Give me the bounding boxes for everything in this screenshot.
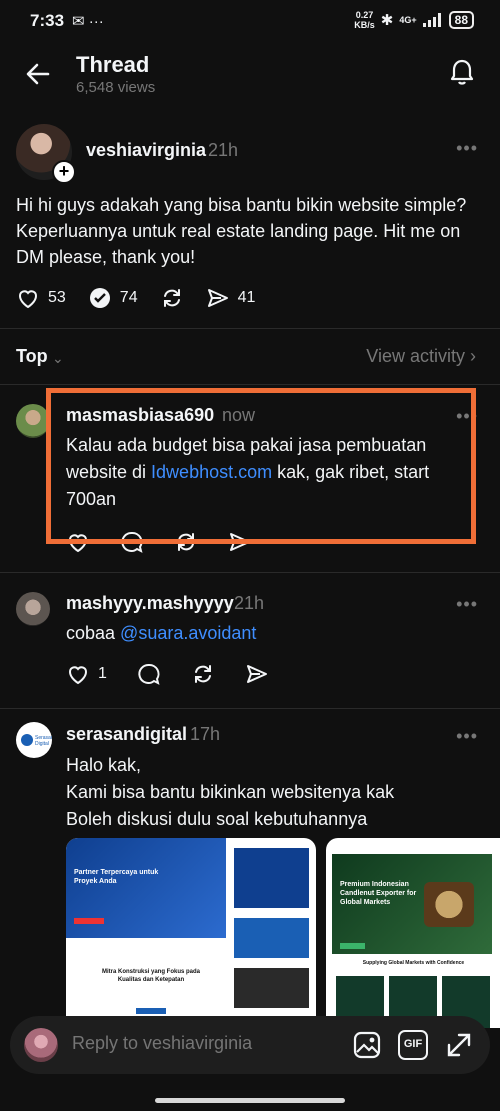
status-bar: 7:33 ✉ ··· 0.27 KB/s ✱ 4G+ 88 [0, 0, 500, 44]
comment-icon[interactable] [137, 662, 161, 686]
notification-icons: ✉ ··· [72, 13, 104, 30]
reply-author[interactable]: mashyyy.mashyyyy [66, 593, 234, 614]
heart-icon [69, 666, 87, 685]
reply-input[interactable] [72, 1033, 302, 1054]
more-options-icon[interactable]: ••• [456, 594, 478, 615]
more-options-icon[interactable]: ••• [456, 138, 478, 159]
image-icon[interactable] [352, 1030, 382, 1060]
comment-count: 74 [119, 289, 138, 306]
send-icon [207, 289, 228, 307]
signal-icon [422, 13, 441, 27]
like-count: 53 [48, 289, 66, 306]
status-time: 7:33 [30, 11, 65, 30]
bell-icon[interactable] [446, 56, 478, 88]
svg-text:Digital: Digital [35, 741, 49, 747]
reply-time: 17h [190, 724, 221, 744]
reply-text: cobaa @suara.avoidant [66, 623, 257, 643]
network-label: 4G+ [399, 15, 417, 25]
bluetooth-icon: ✱ [380, 12, 394, 29]
like-button[interactable]: 53 [16, 286, 66, 310]
heart-icon [19, 290, 37, 309]
reply-text: Halo kak, Kami bisa bantu bikinkan websi… [66, 755, 395, 829]
repost-button[interactable] [160, 286, 184, 310]
comment-check-icon [89, 288, 110, 308]
sort-row: Top ⌄ View activity › [0, 340, 500, 376]
reply-bar: GIF [10, 1016, 490, 1074]
like-button[interactable]: 1 [66, 662, 107, 686]
divider [0, 328, 500, 329]
status-right: 0.27 KB/s ✱ 4G+ 88 [354, 10, 474, 30]
avatar[interactable] [16, 592, 50, 626]
thread-header: Thread 6,548 views [0, 44, 500, 104]
divider [0, 572, 500, 573]
chevron-down-icon[interactable]: ⌄ [52, 350, 64, 367]
comment-button[interactable]: 74 [88, 286, 138, 310]
post-actions: 53 74 41 [16, 286, 255, 310]
share-button[interactable]: 41 [206, 286, 256, 310]
website-preview-card[interactable]: Premium Indonesian Candlenut Exporter fo… [326, 838, 500, 1028]
back-arrow-icon[interactable] [22, 58, 54, 90]
reply-time: 21h [234, 593, 265, 613]
reply-item: Serasan Digital serasandigital 17h ••• H… [0, 720, 500, 840]
reply-item: mashyyy.mashyyyy 21h ••• cobaa @suara.av… [0, 588, 500, 708]
divider [0, 384, 500, 385]
battery-indicator: 88 [448, 11, 474, 29]
net-speed: 0.27 KB/s [354, 10, 375, 30]
post-time: 21h [208, 140, 239, 160]
follow-plus-icon[interactable]: + [52, 160, 76, 184]
page-title: Thread [76, 52, 150, 77]
like-count: 1 [98, 665, 107, 682]
highlight-annotation [46, 388, 476, 544]
share-count: 41 [237, 289, 256, 306]
post-text: Hi hi guys adakah yang bisa bantu bikin … [16, 195, 467, 267]
serasan-logo: Serasan Digital [21, 734, 54, 747]
mention-link[interactable]: @suara.avoidant [120, 623, 256, 643]
avatar [24, 1028, 58, 1062]
send-icon[interactable] [245, 662, 269, 686]
view-activity-link[interactable]: View activity › [366, 346, 476, 367]
media-carousel[interactable]: Partner Terpercaya untuk Proyek Anda Mit… [66, 838, 500, 1028]
repost-icon [163, 289, 180, 307]
view-count: 6,548 views [76, 79, 156, 96]
more-options-icon[interactable]: ••• [456, 726, 478, 747]
gif-button[interactable]: GIF [398, 1030, 428, 1060]
home-indicator [155, 1098, 345, 1103]
post-author[interactable]: veshiavirginia [86, 140, 206, 161]
reply-actions: 1 [66, 662, 269, 686]
avatar[interactable]: Serasan Digital [16, 722, 54, 758]
repost-icon[interactable] [191, 662, 215, 686]
divider [0, 708, 500, 709]
reply-author[interactable]: serasandigital [66, 724, 187, 745]
website-preview-card[interactable]: Partner Terpercaya untuk Proyek Anda Mit… [66, 838, 316, 1028]
sort-dropdown[interactable]: Top [16, 346, 48, 367]
expand-icon[interactable] [444, 1030, 474, 1060]
avatar[interactable] [16, 404, 50, 438]
